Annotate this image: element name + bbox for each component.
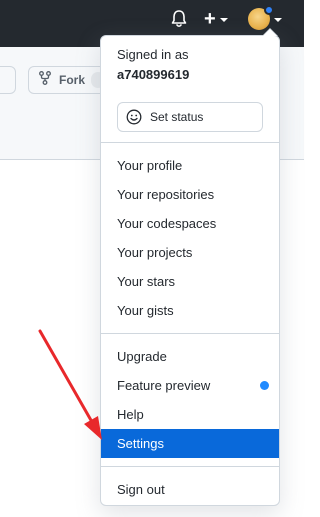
fork-label: Fork: [59, 73, 86, 87]
toolbar-button[interactable]: [0, 66, 16, 94]
menu-item-sign-out[interactable]: Sign out: [101, 475, 279, 504]
menu-item-your-repositories[interactable]: Your repositories: [101, 180, 279, 209]
menu-divider: [101, 142, 279, 143]
repo-forked-icon: [39, 70, 51, 90]
set-status-label: Set status: [150, 110, 204, 124]
menu-divider: [101, 466, 279, 467]
menu-item-upgrade[interactable]: Upgrade: [101, 342, 279, 371]
feature-preview-label: Feature preview: [117, 378, 211, 393]
menu-item-your-codespaces[interactable]: Your codespaces: [101, 209, 279, 238]
menu-item-help[interactable]: Help: [101, 400, 279, 429]
menu-item-your-stars[interactable]: Your stars: [101, 267, 279, 296]
set-status-button[interactable]: Set status: [117, 102, 263, 132]
menu-item-feature-preview[interactable]: Feature preview: [101, 371, 279, 400]
menu-divider: [101, 333, 279, 334]
signed-in-label: Signed in as: [117, 47, 189, 62]
avatar: [248, 5, 274, 30]
chevron-down-icon: [274, 18, 282, 22]
notification-dot: [264, 5, 274, 15]
user-dropdown-menu: Signed in as a740899619 Set status Your …: [100, 35, 280, 506]
chevron-down-icon: [219, 18, 228, 22]
new-feature-dot: [260, 381, 269, 390]
plus-icon: +: [204, 8, 216, 30]
username: a740899619: [117, 67, 190, 82]
menu-item-settings[interactable]: Settings: [101, 429, 279, 458]
create-new-menu[interactable]: +: [204, 9, 234, 29]
dropdown-caret-fill: [263, 29, 277, 36]
menu-item-your-projects[interactable]: Your projects: [101, 238, 279, 267]
smiley-icon: [126, 109, 142, 125]
menu-item-your-gists[interactable]: Your gists: [101, 296, 279, 325]
menu-item-your-profile[interactable]: Your profile: [101, 151, 279, 180]
bell-icon[interactable]: [170, 9, 188, 29]
